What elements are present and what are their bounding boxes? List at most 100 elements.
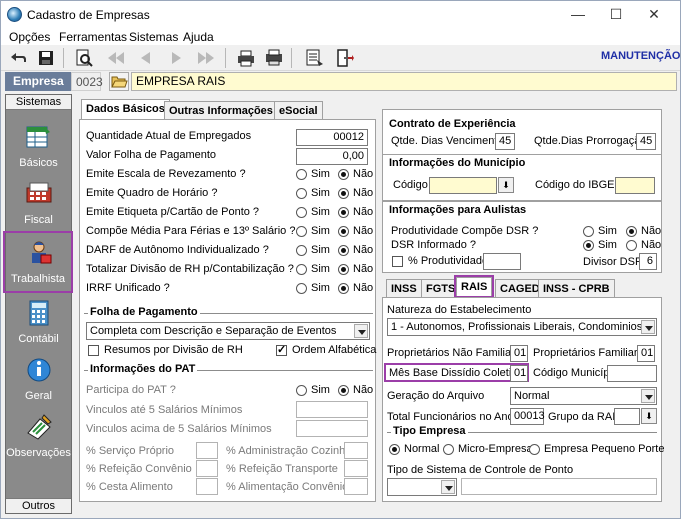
print-setup-icon[interactable] (263, 48, 285, 68)
codigo-municipio-input[interactable] (429, 177, 497, 194)
vinculos-ate-input[interactable] (296, 401, 368, 418)
question-nao-radio[interactable] (338, 283, 349, 294)
dias-prorrogacao-input[interactable]: 45 (636, 133, 656, 150)
empresa-code[interactable]: 0023 (71, 72, 103, 91)
tab-outras-informacoes[interactable]: Outras Informações (164, 101, 278, 120)
chevron-down-icon[interactable] (641, 320, 655, 334)
tipo-ponto-select[interactable] (387, 478, 457, 496)
sidebar-item-trabalhista[interactable]: Trabalhista (3, 231, 73, 293)
menu-ajuda[interactable]: Ajuda (183, 30, 214, 44)
tipo-normal-radio[interactable] (389, 444, 400, 455)
previous-record-icon[interactable] (135, 48, 157, 68)
total-funcionarios-input[interactable]: 00013 (510, 408, 545, 425)
prop-familiares-input[interactable]: 01 (637, 345, 655, 362)
tab-dados-basicos[interactable]: Dados Básicos (81, 99, 170, 120)
resumos-checkbox[interactable] (88, 345, 99, 356)
calculator-tape-icon (26, 182, 52, 203)
question-sim-radio[interactable] (296, 188, 307, 199)
open-folder-button[interactable] (109, 72, 129, 91)
save-icon[interactable] (35, 48, 57, 68)
question-sim-radio[interactable] (296, 169, 307, 180)
geracao-arquivo-select[interactable]: Normal (510, 387, 657, 405)
mes-base-input[interactable]: 01 (510, 365, 528, 382)
tipo-micro-radio[interactable] (443, 444, 454, 455)
sidebar-item-contabil[interactable]: Contábil (6, 293, 71, 351)
alimentacao-convenio-input[interactable] (344, 478, 368, 495)
last-record-icon[interactable] (195, 48, 217, 68)
refeicao-convenio-input[interactable] (196, 460, 218, 477)
first-record-icon[interactable] (105, 48, 127, 68)
prod-dsr-sim-radio[interactable] (583, 226, 594, 237)
cod-municipio-rais-input[interactable] (607, 365, 657, 382)
minimize-button[interactable]: — (568, 5, 588, 23)
perc-produtividade-input[interactable] (483, 253, 521, 270)
ordem-alfabetica-checkbox[interactable] (276, 343, 287, 356)
chevron-down-icon[interactable] (354, 324, 368, 338)
participa-pat-nao-radio[interactable] (338, 385, 349, 396)
tab-inss-cprb[interactable]: INSS - CPRB (538, 279, 615, 298)
exit-door-icon[interactable] (333, 48, 355, 68)
chevron-down-icon[interactable] (441, 480, 455, 494)
sidebar-item-geral[interactable]: Geral (6, 350, 71, 408)
tab-esocial[interactable]: eSocial (274, 101, 323, 120)
natureza-select[interactable]: 1 - Autonomos, Profissionais Liberais, C… (387, 318, 657, 336)
menu-opcoes[interactable]: Opções (9, 30, 50, 44)
grupo-rais-lookup-button[interactable]: ⬇ (641, 408, 657, 424)
question-sim-radio[interactable] (296, 283, 307, 294)
admin-cozinha-input[interactable] (344, 442, 368, 459)
vinculos-acima-input[interactable] (296, 420, 368, 437)
question-sim-radio[interactable] (296, 264, 307, 275)
tipo-epp-radio[interactable] (529, 444, 540, 455)
next-record-icon[interactable] (165, 48, 187, 68)
question-nao-radio[interactable] (338, 207, 349, 218)
divisor-dsr-input[interactable]: 6 (639, 253, 657, 270)
menu-ferramentas[interactable]: Ferramentas (59, 30, 127, 44)
prod-dsr-label: Produtividade Compõe DSR ? (391, 225, 539, 237)
prop-nao-familiares-input[interactable]: 01 (510, 345, 528, 362)
grupo-rais-input[interactable] (614, 408, 640, 425)
folha-pagamento-select[interactable]: Completa com Descrição e Separação de Ev… (86, 322, 370, 340)
refeicao-transporte-input[interactable] (344, 460, 368, 477)
preview-icon[interactable] (73, 48, 95, 68)
question-nao-radio[interactable] (338, 169, 349, 180)
cesta-alimento-input[interactable] (196, 478, 218, 495)
chevron-down-icon[interactable] (641, 389, 655, 403)
pat-group: Informações do PAT (84, 363, 373, 375)
sidebar-item-fiscal[interactable]: Fiscal (6, 174, 71, 232)
sidebar-header[interactable]: Sistemas (6, 95, 71, 110)
participa-pat-sim-radio[interactable] (296, 385, 307, 396)
report-icon[interactable] (303, 48, 325, 68)
participa-pat-sim-label: Sim (311, 384, 330, 396)
menu-sistemas[interactable]: Sistemas (129, 30, 178, 44)
question-nao-radio[interactable] (338, 188, 349, 199)
maximize-button[interactable]: ☐ (606, 5, 626, 23)
question-nao-radio[interactable] (338, 245, 349, 256)
close-button[interactable]: ✕ (644, 5, 664, 23)
tab-inss[interactable]: INSS (386, 279, 422, 298)
question-label: Totalizar Divisão de RH p/Contabilização… (86, 263, 294, 275)
cod-municipio-rais-label: Código Município (533, 367, 618, 379)
dias-vencimento-input[interactable]: 45 (495, 133, 515, 150)
sidebar-footer[interactable]: Outros (6, 498, 71, 513)
question-sim-radio[interactable] (296, 245, 307, 256)
qtd-empregados-input[interactable]: 00012 (296, 129, 368, 146)
dsr-informado-sim-radio[interactable] (583, 240, 594, 251)
sidebar-item-observacoes[interactable]: Observações (6, 407, 71, 465)
prod-dsr-nao-radio[interactable] (626, 226, 637, 237)
question-nao-radio[interactable] (338, 226, 349, 237)
question-sim-radio[interactable] (296, 226, 307, 237)
sidebar-item-basicos[interactable]: Básicos (6, 117, 71, 175)
servico-proprio-input[interactable] (196, 442, 218, 459)
question-sim-radio[interactable] (296, 207, 307, 218)
empresa-name[interactable]: EMPRESA RAIS (131, 72, 677, 91)
window-title: Cadastro de Empresas (27, 8, 150, 22)
undo-icon[interactable] (7, 48, 29, 68)
question-nao-radio[interactable] (338, 264, 349, 275)
valor-folha-input[interactable]: 0,00 (296, 148, 368, 165)
question-label: Compõe Média Para Férias e 13º Salário ? (86, 225, 296, 237)
codigo-ibge-input[interactable] (615, 177, 655, 194)
print-icon[interactable] (235, 48, 257, 68)
codigo-municipio-lookup-button[interactable]: ⬇ (498, 177, 514, 193)
perc-produtividade-checkbox[interactable] (392, 256, 403, 267)
dsr-informado-nao-radio[interactable] (626, 240, 637, 251)
